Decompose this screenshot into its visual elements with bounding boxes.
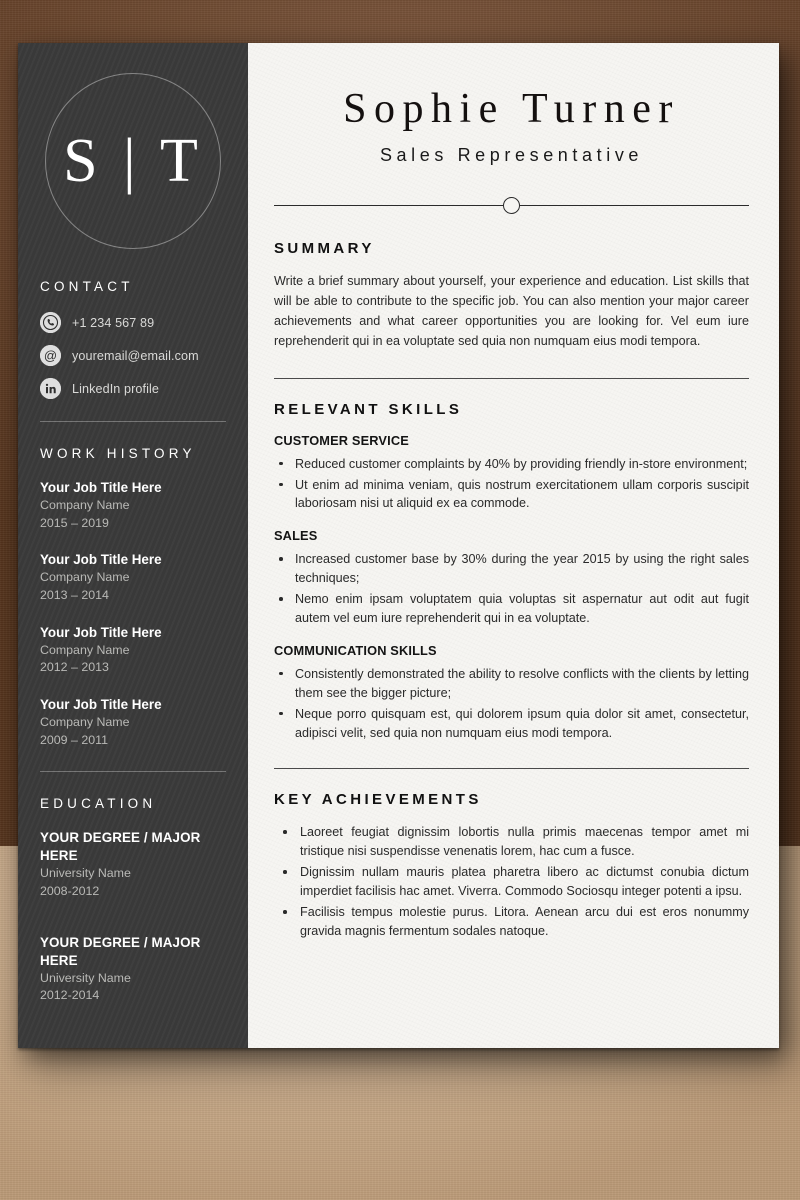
- job-title: Your Job Title Here: [40, 480, 162, 495]
- key-achievements-section: KEY ACHIEVEMENTS Laoreet feugiat digniss…: [274, 791, 749, 940]
- job-title: Your Job Title Here: [40, 552, 162, 568]
- job-title: Your Job Title Here: [40, 696, 162, 712]
- list-item: Ut enim ad minima veniam, quis nostrum e…: [274, 476, 749, 514]
- summary-section: SUMMARY Write a brief summary about your…: [274, 240, 749, 352]
- relevant-skills-heading: RELEVANT SKILLS: [274, 400, 463, 418]
- work-history-item: Your Job Title Here Company Name 2013 – …: [40, 551, 226, 604]
- list-item: Facilisis tempus molestie purus. Litora.…: [274, 903, 749, 941]
- skill-group-communication-skills: COMMUNICATION SKILLS Consistently demons…: [274, 643, 749, 743]
- list-item: Reduced customer complaints by 40% by pr…: [274, 455, 749, 474]
- work-history-heading: WORK HISTORY: [40, 446, 196, 461]
- work-history-item: Your Job Title Here Company Name 2015 – …: [40, 479, 226, 532]
- education-dates: 2008-2012: [40, 884, 100, 899]
- relevant-skills-section: RELEVANT SKILLS CUSTOMER SERVICE Reduced…: [274, 401, 749, 743]
- list-item: Laoreet feugiat dignissim lobortis nulla…: [274, 823, 749, 861]
- job-dates: 2009 – 2011: [40, 732, 108, 747]
- resume-page: S | T CONTACT +1 234 567 89 @ youremail@…: [18, 43, 779, 1048]
- university-name: University Name: [40, 866, 131, 881]
- job-dates: 2013 – 2014: [40, 588, 109, 603]
- main-content: Sophie Turner Sales Representative SUMMA…: [248, 43, 779, 1048]
- skill-group-title: CUSTOMER SERVICE: [274, 432, 409, 448]
- email-icon: @: [40, 345, 61, 366]
- contact-linkedin-value: LinkedIn profile: [72, 381, 160, 396]
- skill-group-title: SALES: [274, 528, 318, 544]
- header-divider: [274, 196, 749, 214]
- university-name: University Name: [40, 970, 131, 985]
- summary-text: Write a brief summary about yourself, yo…: [274, 274, 749, 348]
- monogram: S | T: [40, 43, 226, 279]
- svg-text:@: @: [44, 348, 57, 363]
- degree-title: YOUR DEGREE / MAJOR HERE: [40, 830, 201, 864]
- list-item: Increased customer base by 30% during th…: [274, 550, 749, 588]
- job-dates: 2012 – 2013: [40, 660, 109, 675]
- section-divider: [274, 377, 749, 379]
- work-history-item: Your Job Title Here Company Name 2012 – …: [40, 624, 226, 677]
- work-history-item: Your Job Title Here Company Name 2009 – …: [40, 696, 226, 749]
- education-list: YOUR DEGREE / MAJOR HERE University Name…: [40, 829, 226, 1005]
- contact-list: +1 234 567 89 @ youremail@email.com Link…: [40, 312, 226, 399]
- contact-item-phone[interactable]: +1 234 567 89: [40, 312, 226, 333]
- divider-line-right: [520, 204, 749, 206]
- key-achievements-list: Laoreet feugiat dignissim lobortis nulla…: [274, 823, 749, 940]
- skill-bullet-list: Consistently demonstrated the ability to…: [274, 665, 749, 743]
- contact-item-email[interactable]: @ youremail@email.com: [40, 345, 226, 366]
- company-name: Company Name: [40, 498, 130, 513]
- sidebar-divider: [40, 771, 226, 773]
- divider-circle-icon: [503, 196, 520, 214]
- company-name: Company Name: [40, 642, 130, 657]
- monogram-initials: S | T: [63, 127, 203, 195]
- contact-heading: CONTACT: [40, 279, 134, 294]
- job-title: Your Job Title Here: [40, 624, 162, 640]
- section-divider: [274, 768, 749, 770]
- linkedin-icon: [40, 378, 61, 399]
- work-history-list: Your Job Title Here Company Name 2015 – …: [40, 479, 226, 749]
- education-heading: EDUCATION: [40, 796, 157, 812]
- degree-title: YOUR DEGREE / MAJOR HERE: [40, 934, 201, 968]
- list-item: Consistently demonstrated the ability to…: [274, 665, 749, 703]
- skill-group-title: COMMUNICATION SKILLS: [274, 642, 437, 658]
- company-name: Company Name: [40, 715, 130, 730]
- summary-heading: SUMMARY: [274, 240, 375, 258]
- company-name: Company Name: [40, 570, 130, 585]
- list-item: Nemo enim ipsam voluptatem quia voluptas…: [274, 590, 749, 628]
- contact-phone-value: +1 234 567 89: [72, 315, 155, 330]
- skill-group-customer-service: CUSTOMER SERVICE Reduced customer compla…: [274, 433, 749, 514]
- divider-line-left: [274, 204, 503, 206]
- skill-group-sales: SALES Increased customer base by 30% dur…: [274, 528, 749, 628]
- skill-bullet-list: Reduced customer complaints by 40% by pr…: [274, 455, 749, 514]
- job-dates: 2015 – 2019: [40, 515, 109, 530]
- sidebar: S | T CONTACT +1 234 567 89 @ youremail@…: [18, 43, 248, 1048]
- contact-email-value: youremail@email.com: [72, 348, 199, 363]
- list-item: Neque porro quisquam est, qui dolorem ip…: [274, 705, 749, 743]
- key-achievements-heading: KEY ACHIEVEMENTS: [274, 791, 482, 809]
- job-role-subtitle: Sales Representative: [379, 145, 644, 166]
- monogram-circle: S | T: [45, 73, 221, 249]
- skill-bullet-list: Increased customer base by 30% during th…: [274, 550, 749, 628]
- page-title: Sophie Turner: [343, 86, 680, 132]
- sidebar-divider: [40, 421, 226, 422]
- phone-icon: [40, 312, 61, 333]
- education-item: YOUR DEGREE / MAJOR HERE University Name…: [40, 829, 226, 900]
- education-item: YOUR DEGREE / MAJOR HERE University Name…: [40, 934, 226, 1005]
- education-dates: 2012-2014: [40, 988, 100, 1003]
- list-item: Dignissim nullam mauris platea pharetra …: [274, 863, 749, 901]
- contact-item-linkedin[interactable]: LinkedIn profile: [40, 378, 226, 399]
